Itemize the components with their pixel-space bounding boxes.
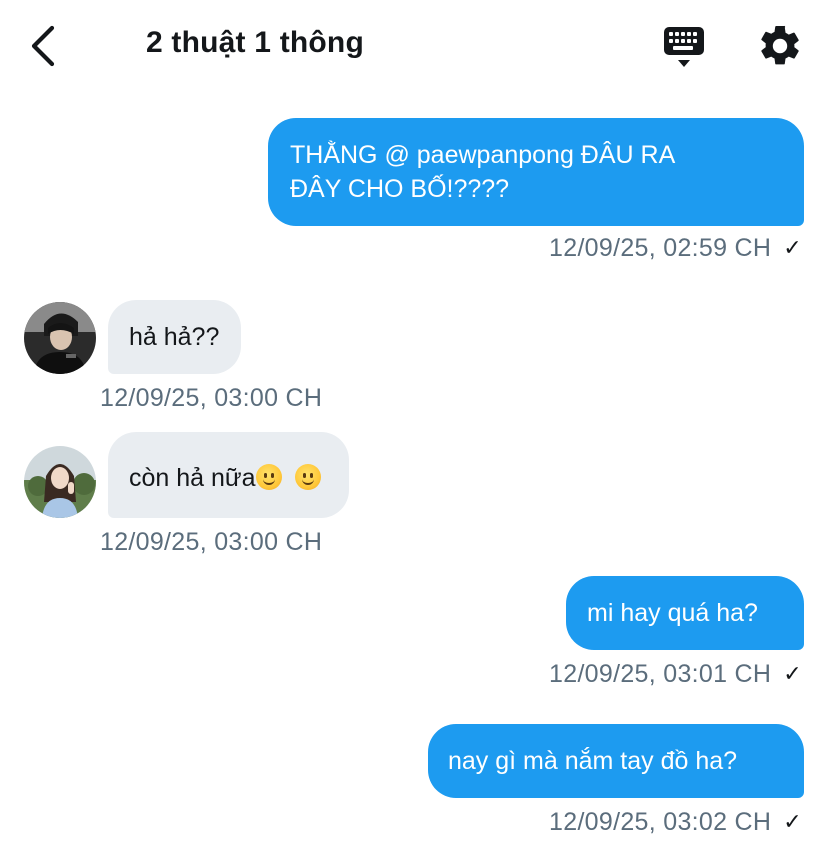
chat-header: 2 thuật 1 thông [0,0,828,92]
message-bubble-outgoing[interactable]: mi hay quá ha? [566,576,804,650]
slightly-smiling-face-icon [295,464,322,490]
message-bubble-outgoing[interactable]: THẰNG @ paewpanpong ĐÂU RA ĐÂY CHO BỐ!??… [268,118,804,226]
chevron-left-icon [31,25,55,67]
message-timestamp: 12/09/25, 03:00 CH [100,528,323,556]
gear-icon [761,25,799,65]
message-timestamp: 12/09/25, 03:01 CH [549,660,772,688]
message-timestamp: 12/09/25, 02:59 CH [549,234,772,262]
message-text: hả hả?? [129,323,220,351]
message-meta: 12/09/25, 03:01 CH ✓ [549,660,802,689]
avatar-photo [24,302,96,374]
message-text: còn hả nữa [129,464,256,492]
avatar[interactable] [24,446,96,518]
sent-check-icon: ✓ [783,809,802,834]
avatar-photo [24,446,96,518]
back-button[interactable] [22,20,66,72]
message-bubble-outgoing[interactable]: nay gì mà nắm tay đồ ha? [428,724,804,798]
keyboard-button[interactable] [660,24,710,72]
message-text: nay gì mà nắm tay đồ ha? [448,747,738,775]
message-meta: 12/09/25, 03:02 CH ✓ [549,808,802,837]
conversation-title: 2 thuật 1 thông [146,26,364,59]
sent-check-icon: ✓ [783,661,802,686]
message-timestamp: 12/09/25, 03:00 CH [100,384,323,412]
message-text: THẰNG @ paewpanpong ĐÂU RA [290,141,676,169]
message-timestamp: 12/09/25, 03:02 CH [549,808,772,836]
message-text: mi hay quá ha? [587,599,758,627]
message-bubble-incoming[interactable]: hả hả?? [108,300,242,374]
avatar[interactable] [24,302,96,374]
keyboard-icon [664,27,704,67]
message-text: ĐÂY CHO BỐ!???? [290,175,510,203]
message-bubble-incoming[interactable]: còn hả nữa [108,432,350,518]
settings-button[interactable] [756,22,804,70]
slightly-smiling-face-icon [255,464,282,490]
sent-check-icon: ✓ [783,235,802,260]
message-meta: 12/09/25, 02:59 CH ✓ [549,234,802,263]
